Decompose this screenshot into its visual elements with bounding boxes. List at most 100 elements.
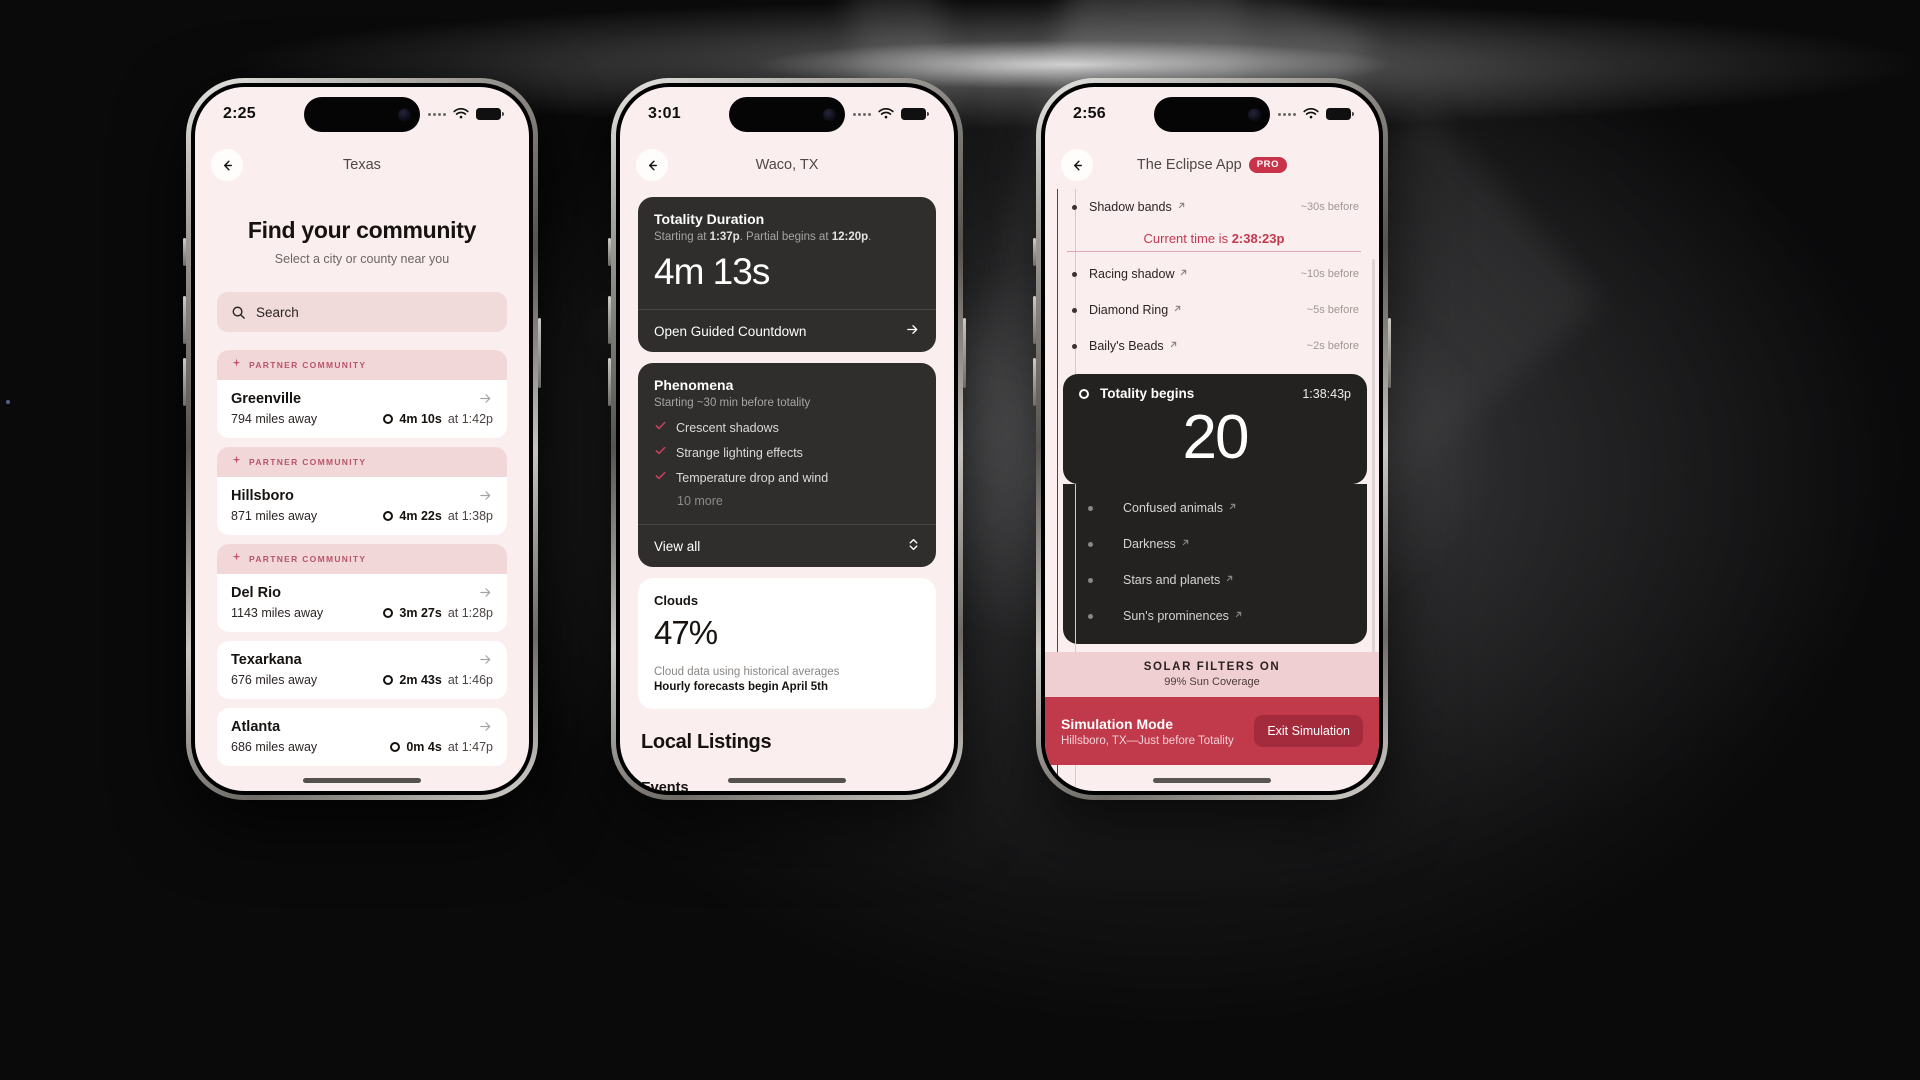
power-button[interactable] (963, 318, 966, 388)
arrow-right-icon (478, 719, 493, 739)
current-time-marker: Current time is 2:38:23p (1045, 231, 1379, 252)
back-button[interactable] (1061, 149, 1093, 181)
city-distance: 1143 miles away (231, 606, 324, 620)
external-link-icon (1175, 305, 1181, 312)
totality-ring-icon (1079, 388, 1089, 399)
sparkle-icon (232, 455, 241, 464)
totality-ring-icon (383, 511, 394, 521)
timeline-item[interactable]: Shadow bands ~30s before (1045, 189, 1379, 225)
partner-community-label: PARTNER COMMUNITY (249, 360, 367, 370)
timeline-item[interactable]: Stars and planets (1079, 562, 1351, 598)
city-card[interactable]: PARTNER COMMUNITY Hillsboro 871 miles aw… (217, 447, 507, 535)
partner-community-badge: PARTNER COMMUNITY (217, 350, 507, 380)
city-row[interactable]: Greenville 794 miles away 4m 10s at 1:42… (217, 380, 507, 438)
city-duration-value: 0m 4s (406, 740, 442, 754)
page-title: The Eclipse App PRO (1045, 157, 1379, 174)
timeline-before-list: Shadow bands ~30s before (1045, 189, 1379, 225)
timeline-bullet-icon (1088, 505, 1093, 511)
home-indicator[interactable] (728, 778, 846, 783)
timeline-item-label: Baily's Beads (1089, 339, 1164, 353)
city-distance: 676 miles away (231, 673, 318, 687)
current-time-line (1067, 251, 1361, 252)
simulation-mode-bar: Simulation Mode Hillsboro, TX—Just befor… (1045, 697, 1379, 765)
phenomena-item: Temperature drop and wind (654, 469, 920, 487)
hero-title: Find your community (247, 217, 477, 243)
scrollbar[interactable] (1372, 259, 1375, 671)
countdown-value: 20 (1182, 403, 1250, 472)
totality-value: 4m 13s (654, 251, 770, 292)
timeline-item[interactable]: Sun's prominences (1079, 598, 1351, 634)
status-time: 2:56 (1073, 105, 1106, 122)
volume-up-button[interactable] (608, 296, 611, 344)
view-all-button[interactable]: View all (638, 524, 936, 567)
city-card[interactable]: Texarkana 676 miles away 2m 43s at 1:46p (217, 641, 507, 699)
phenomena-item-label: Temperature drop and wind (676, 471, 829, 485)
timeline-item-label: Darkness (1123, 537, 1176, 552)
timeline-during-panel: Confused animals Darkness Stars and plan… (1057, 189, 1367, 791)
solar-filters-title: SOLAR FILTERS ON (1143, 661, 1281, 673)
city-name: Greenville (231, 391, 302, 407)
volume-down-button[interactable] (183, 358, 186, 406)
search-placeholder: Search (256, 304, 299, 320)
city-card[interactable]: Atlanta 686 miles away 0m 4s at 1:47p (217, 708, 507, 766)
arrow-right-icon (478, 488, 493, 508)
nav-bar: The Eclipse App PRO (1045, 141, 1379, 189)
phones-stage: 2:25 Texas Find your community Select a … (0, 0, 1920, 1080)
timeline-item[interactable]: Baily's Beads ~2s before (1045, 328, 1379, 364)
power-button[interactable] (538, 318, 541, 388)
mute-switch[interactable] (183, 238, 186, 266)
wifi-icon (453, 108, 469, 120)
exit-simulation-button[interactable]: Exit Simulation (1254, 715, 1363, 747)
timeline-bullet-icon (1072, 307, 1077, 313)
search-input[interactable]: Search (217, 292, 507, 332)
power-button[interactable] (1388, 318, 1391, 388)
home-indicator[interactable] (1153, 778, 1271, 783)
timeline-item[interactable]: Diamond Ring ~5s before (1045, 292, 1379, 328)
external-link-icon (1235, 611, 1242, 618)
phone-community: 2:25 Texas Find your community Select a … (183, 78, 541, 800)
city-row[interactable]: Atlanta 686 miles away 0m 4s at 1:47p (217, 708, 507, 766)
city-name: Texarkana (231, 652, 302, 668)
arrow-right-icon (905, 322, 920, 340)
home-indicator[interactable] (303, 778, 421, 783)
city-card[interactable]: PARTNER COMMUNITY Greenville 794 miles a… (217, 350, 507, 438)
volume-up-button[interactable] (183, 296, 186, 344)
timeline-during-list: Confused animals Darkness Stars and plan… (1079, 490, 1351, 634)
volume-down-button[interactable] (1033, 358, 1036, 406)
phone2-screen: 3:01 Waco, TX Totality Duration Starting… (620, 87, 954, 791)
timeline-item-time: ~30s before (1300, 201, 1359, 213)
timeline-mid-list: Racing shadow ~10s before Diamond Ring ~… (1045, 256, 1379, 364)
city-duration: 0m 4s at 1:47p (390, 740, 493, 754)
timeline-item-label: Confused animals (1123, 501, 1224, 516)
back-button[interactable] (211, 149, 243, 181)
city-row[interactable]: Del Rio 1143 miles away 3m 27s at 1:28p (217, 574, 507, 632)
city-row[interactable]: Hillsboro 871 miles away 4m 22s at 1:38p (217, 477, 507, 535)
timeline-item-time: ~2s before (1306, 340, 1359, 352)
timeline-item-label: Sun's prominences (1123, 609, 1229, 624)
timeline-bullet-icon (1088, 613, 1093, 619)
timeline-bullet-icon (1072, 271, 1077, 277)
timeline-item-label: Shadow bands (1089, 200, 1172, 214)
back-button[interactable] (636, 149, 668, 181)
arrow-left-icon (223, 160, 232, 170)
external-link-icon (1170, 341, 1176, 348)
pro-badge: PRO (1248, 157, 1288, 174)
volume-down-button[interactable] (608, 358, 611, 406)
simulation-body: Shadow bands ~30s before Current time is… (1045, 189, 1379, 791)
mute-switch[interactable] (1033, 238, 1036, 266)
volume-up-button[interactable] (1033, 296, 1036, 344)
simulation-mode-title: Simulation Mode (1061, 715, 1173, 732)
city-card[interactable]: PARTNER COMMUNITY Del Rio 1143 miles awa… (217, 544, 507, 632)
timeline-item[interactable]: Darkness (1079, 526, 1351, 562)
battery-icon (1326, 108, 1354, 120)
timeline-item[interactable]: Confused animals (1079, 490, 1351, 526)
mute-switch[interactable] (608, 238, 611, 266)
timeline-item[interactable]: Racing shadow ~10s before (1045, 256, 1379, 292)
city-row[interactable]: Texarkana 676 miles away 2m 43s at 1:46p (217, 641, 507, 699)
arrow-right-icon (478, 652, 493, 672)
phenomena-list: Crescent shadows Strange lighting effect… (654, 419, 920, 487)
page-title: Texas (343, 157, 381, 173)
sparkle-icon (232, 358, 241, 367)
external-link-icon (1229, 503, 1236, 510)
open-guided-countdown-button[interactable]: Open Guided Countdown (638, 309, 936, 352)
